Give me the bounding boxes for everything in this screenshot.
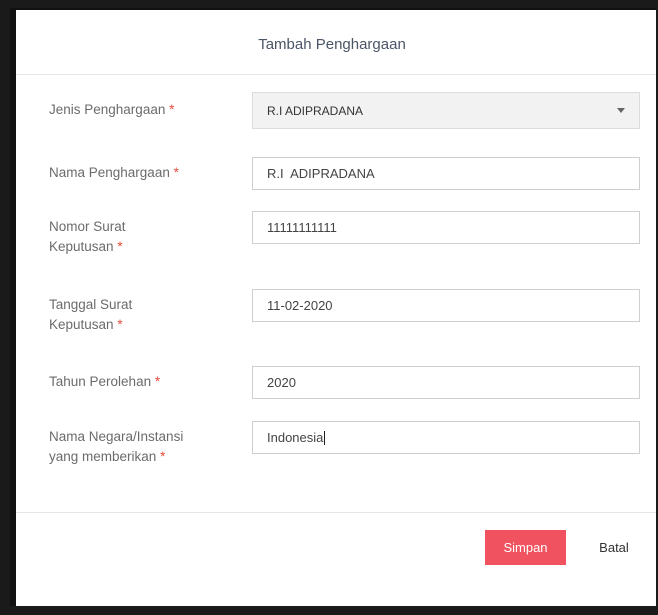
window-frame: Tambah Penghargaan Jenis Penghargaan * R… <box>0 0 658 615</box>
nama-negara-instansi-value: Indonesia <box>267 430 324 445</box>
required-mark: * <box>169 102 175 117</box>
footer-divider <box>16 512 656 513</box>
nama-penghargaan-value: R.I ADIPRADANA <box>267 166 375 181</box>
nama-negara-label-line1: Nama Negara/Instansi <box>49 429 184 444</box>
dialog-title: Tambah Penghargaan <box>258 35 406 53</box>
jenis-penghargaan-selected-value: R.I ADIPRADANA <box>267 103 364 118</box>
nomor-surat-keputusan-input[interactable]: 11111111111 <box>252 211 640 244</box>
tanggal-surat-keputusan-input[interactable]: 11-02-2020 <box>252 289 640 322</box>
tanggal-surat-label-line1: Tanggal Surat <box>49 297 133 312</box>
jenis-penghargaan-label: Jenis Penghargaan * <box>49 100 229 120</box>
tahun-perolehan-label-text: Tahun Perolehan <box>49 374 152 389</box>
nama-negara-instansi-label: Nama Negara/Instansi yang memberikan * <box>49 427 229 467</box>
dialog-header: Tambah Penghargaan <box>16 10 656 75</box>
save-button[interactable]: Simpan <box>485 530 566 565</box>
tahun-perolehan-input[interactable]: 2020 <box>252 366 640 399</box>
nomor-surat-label-line1: Nomor Surat <box>49 219 126 234</box>
nama-penghargaan-label-text: Nama Penghargaan <box>49 165 170 180</box>
nomor-surat-label-line2: Keputusan <box>49 239 114 254</box>
required-mark: * <box>154 374 161 389</box>
chevron-down-icon <box>617 108 625 113</box>
add-award-dialog: Tambah Penghargaan Jenis Penghargaan * R… <box>10 8 656 606</box>
nomor-surat-keputusan-value: 11111111111 <box>267 220 337 235</box>
required-mark: * <box>160 449 166 464</box>
text-cursor <box>324 430 326 445</box>
tanggal-surat-label-line2: Keputusan <box>49 317 114 332</box>
tanggal-surat-keputusan-value: 11-02-2020 <box>267 298 333 313</box>
nama-negara-instansi-input[interactable]: Indonesia <box>252 421 640 454</box>
tahun-perolehan-label: Tahun Perolehan * <box>49 372 229 392</box>
jenis-penghargaan-select[interactable]: R.I ADIPRADANA <box>252 92 640 129</box>
tanggal-surat-keputusan-label: Tanggal Surat Keputusan * <box>49 295 229 335</box>
cancel-button[interactable]: Batal <box>584 530 644 565</box>
nomor-surat-keputusan-label: Nomor Surat Keputusan * <box>49 217 229 257</box>
tahun-perolehan-value: 2020 <box>267 375 296 390</box>
required-mark: * <box>117 239 123 254</box>
jenis-penghargaan-label-text: Jenis Penghargaan <box>49 102 166 117</box>
required-mark: * <box>173 165 179 180</box>
required-mark: * <box>117 317 123 332</box>
nama-negara-label-line2: yang memberikan <box>49 449 157 464</box>
nama-penghargaan-label: Nama Penghargaan * <box>49 163 229 183</box>
nama-penghargaan-input[interactable]: R.I ADIPRADANA <box>252 157 640 190</box>
